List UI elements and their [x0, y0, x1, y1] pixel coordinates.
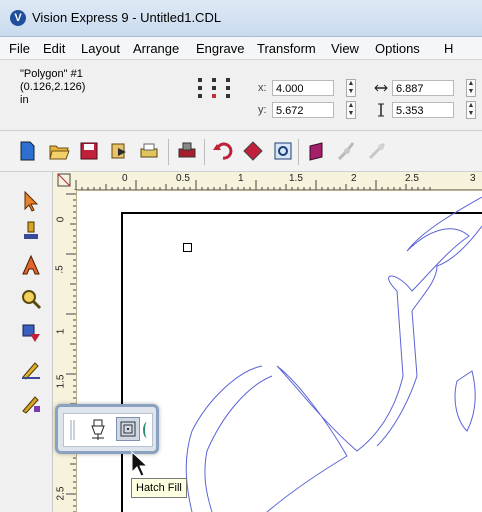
print-icon[interactable]	[138, 140, 160, 162]
text-tool-icon[interactable]	[20, 254, 42, 276]
tool-palette	[0, 172, 53, 512]
toolbar-separator	[298, 139, 299, 165]
toolbar-separator	[168, 139, 169, 165]
anchor-point-selector[interactable]	[198, 78, 244, 108]
menu-engrave[interactable]: Engrave	[196, 41, 244, 56]
height-spinner[interactable]: ▲ ▼	[466, 101, 476, 119]
width-field[interactable]: 6.887	[392, 80, 454, 96]
delete-icon[interactable]	[242, 140, 264, 162]
hatch-fill-button[interactable]	[116, 417, 140, 441]
object-position: (0.126,2.126)	[20, 81, 86, 93]
undo-icon[interactable]	[212, 140, 234, 162]
fill-flyout-toolbar	[55, 404, 159, 454]
draw-tool-icon[interactable]	[20, 358, 42, 380]
vertical-ruler: 0 .5 1 1.5 2 2.5	[54, 190, 77, 512]
width-spinner[interactable]: ▲ ▼	[466, 79, 476, 97]
x-spinner[interactable]: ▲ ▼	[346, 79, 356, 97]
hatch-fill-icon	[120, 421, 136, 437]
height-field[interactable]: 5.353	[392, 102, 454, 118]
menu-help[interactable]: H	[444, 41, 453, 56]
height-icon	[378, 103, 384, 117]
menu-file[interactable]: File	[9, 41, 30, 56]
open-folder-icon[interactable]	[48, 140, 70, 162]
y-label: y:	[258, 104, 267, 116]
object-name: "Polygon" #1	[20, 68, 83, 80]
engrave-icon[interactable]	[176, 140, 198, 162]
x-label: x:	[258, 82, 267, 94]
menu-view[interactable]: View	[331, 41, 359, 56]
node-edit-icon[interactable]	[336, 140, 358, 162]
tooltip: Hatch Fill	[131, 478, 187, 498]
ruler-ticks	[74, 180, 482, 190]
select-arrow-icon[interactable]	[20, 190, 42, 212]
y-field[interactable]: 5.672	[272, 102, 334, 118]
object-units: in	[20, 94, 29, 106]
disabled-tool-icon[interactable]	[366, 140, 388, 162]
property-bar: "Polygon" #1 (0.126,2.126) in x: 4.000 ▲…	[0, 60, 482, 131]
flyout-grip[interactable]	[68, 418, 82, 442]
menu-edit[interactable]: Edit	[43, 41, 65, 56]
menu-transform[interactable]: Transform	[257, 41, 316, 56]
title-bar: V Vision Express 9 - Untitled1.CDL	[0, 0, 482, 37]
menu-options[interactable]: Options	[375, 41, 420, 56]
zoom-tool-icon[interactable]	[20, 288, 42, 310]
menu-layout[interactable]: Layout	[81, 41, 120, 56]
ruler-origin-icon[interactable]	[57, 173, 71, 187]
app-logo-icon[interactable]: V	[10, 10, 26, 26]
x-field[interactable]: 4.000	[272, 80, 334, 96]
new-file-icon[interactable]	[16, 140, 38, 162]
ruler-label: 1.5	[289, 173, 303, 184]
ruler-label: 2.5	[405, 173, 419, 184]
import-icon[interactable]	[108, 140, 130, 162]
window-title: Vision Express 9 - Untitled1.CDL	[32, 10, 222, 25]
shape-tool-icon[interactable]	[20, 322, 42, 344]
layer-icon[interactable]	[306, 140, 328, 162]
main-toolbar	[0, 131, 482, 172]
toolbar-separator	[204, 139, 205, 165]
zoom-page-icon[interactable]	[272, 140, 294, 162]
engrave-tool-icon[interactable]	[20, 220, 42, 242]
ruler-label: 3	[470, 173, 476, 184]
ruler-ticks	[66, 193, 76, 512]
save-icon[interactable]	[78, 140, 100, 162]
ruler-label: 2	[351, 173, 357, 184]
mouse-cursor-icon	[131, 450, 149, 477]
ruler-label: 1	[238, 173, 244, 184]
ruler-label: 0.5	[176, 173, 190, 184]
menu-bar: File Edit Layout Arrange Engrave Transfo…	[0, 37, 482, 60]
width-icon	[374, 84, 388, 92]
object-info: "Polygon" #1 (0.126,2.126) in	[20, 68, 170, 120]
y-spinner[interactable]: ▲ ▼	[346, 101, 356, 119]
menu-arrange[interactable]: Arrange	[133, 41, 179, 56]
flyout-panel	[63, 413, 153, 447]
ruler-label: 0	[122, 173, 128, 184]
fill-tool-icon[interactable]	[20, 392, 42, 414]
engrave-fill-icon[interactable]	[88, 419, 108, 441]
horizontal-ruler: 0 0.5 1 1.5 2 2.5 3	[54, 172, 482, 191]
next-tool-icon[interactable]	[143, 422, 151, 438]
